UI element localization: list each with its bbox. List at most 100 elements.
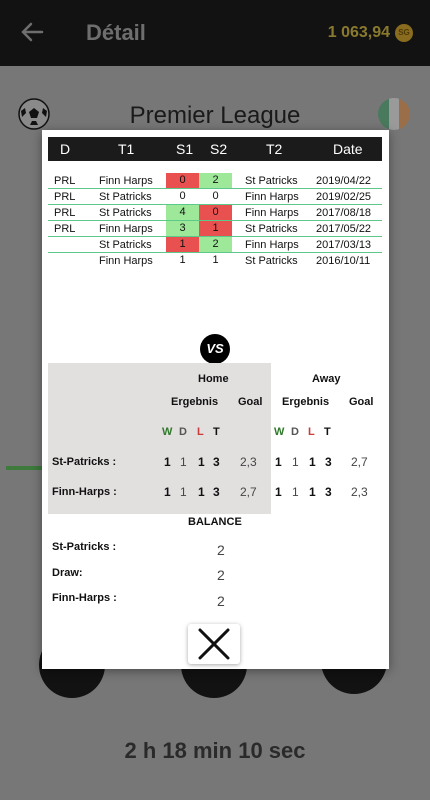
row-team2: St Patricks	[245, 223, 298, 235]
team1-away-goal: 2,7	[351, 455, 368, 469]
col-t1: T1	[118, 141, 135, 157]
team2-name: Finn-Harps :	[52, 486, 117, 498]
table-row[interactable]: PRL Finn Harps 3 1 St Patricks 2017/05/22	[48, 221, 382, 237]
coin-icon: SG	[395, 24, 413, 42]
row-team2: St Patricks	[245, 255, 298, 267]
row-team2: Finn Harps	[245, 191, 299, 203]
balance-value-1: 2	[217, 542, 225, 558]
vs-icon: VS	[200, 334, 230, 364]
team2-away-l: 1	[309, 485, 316, 499]
team1-home-d: 1	[180, 455, 187, 469]
row-division: PRL	[54, 223, 76, 235]
row-date: 2019/04/22	[316, 175, 372, 187]
row-score2: 1	[212, 254, 219, 266]
balance-title: BALANCE	[188, 516, 242, 528]
close-button[interactable]	[188, 624, 240, 664]
team2-away-d: 1	[292, 485, 299, 499]
row-division: PRL	[54, 175, 76, 187]
row-team1: St Patricks	[99, 191, 152, 203]
balance-label-1: St-Patricks :	[52, 541, 117, 553]
away-w-header: W	[274, 426, 285, 438]
balance-value-2: 2	[217, 567, 225, 583]
row-score1: 1	[179, 254, 186, 266]
away-label: Away	[312, 373, 341, 385]
row-score1: 0	[166, 173, 199, 188]
ireland-flag-icon	[378, 98, 410, 130]
col-s2: S2	[210, 141, 228, 157]
team1-home-l: 1	[198, 455, 205, 469]
row-team2: Finn Harps	[245, 207, 299, 219]
team2-home-w: 1	[164, 485, 171, 499]
row-score2: 0	[199, 205, 232, 220]
home-t-header: T	[213, 426, 220, 438]
row-team1: St Patricks	[99, 239, 152, 251]
team1-away-l: 1	[309, 455, 316, 469]
row-score2: 2	[199, 237, 232, 252]
team2-away-goal: 2,3	[351, 485, 368, 499]
table-row[interactable]: PRL St Patricks 4 0 Finn Harps 2017/08/18	[48, 205, 382, 221]
col-t2: T2	[266, 141, 283, 157]
row-team1: Finn Harps	[99, 175, 153, 187]
row-date: 2019/02/25	[316, 191, 372, 203]
balance-label-2: Draw:	[52, 567, 83, 579]
row-division: PRL	[54, 207, 76, 219]
top-bar: Détail 1 063,94 SG	[0, 0, 430, 66]
row-team1: Finn Harps	[99, 255, 153, 267]
row-score2: 0	[212, 190, 219, 202]
row-score2: 2	[199, 173, 232, 188]
table-row[interactable]: PRL Finn Harps 0 2 St Patricks 2019/04/22	[48, 173, 382, 189]
row-score1: 1	[166, 237, 199, 252]
away-goal-label: Goal	[349, 396, 374, 408]
coin-balance: 1 063,94	[327, 24, 390, 41]
col-date: Date	[333, 141, 363, 157]
row-score1: 4	[166, 205, 199, 220]
row-date: 2017/08/18	[316, 207, 372, 219]
team2-home-d: 1	[180, 485, 187, 499]
col-s1: S1	[176, 141, 194, 157]
league-name: Premier League	[129, 102, 301, 129]
away-d-header: D	[291, 426, 299, 438]
row-date: 2017/05/22	[316, 223, 372, 235]
row-team1: St Patricks	[99, 207, 152, 219]
row-team2: St Patricks	[245, 175, 298, 187]
team1-home-w: 1	[164, 455, 171, 469]
table-row[interactable]: Finn Harps 1 1 St Patricks 2016/10/11	[48, 253, 382, 269]
row-score2: 1	[199, 221, 232, 236]
team2-away-w: 1	[275, 485, 282, 499]
row-division: PRL	[54, 191, 76, 203]
home-d-header: D	[179, 426, 187, 438]
team2-away-t: 3	[325, 485, 332, 499]
team1-away-t: 3	[325, 455, 332, 469]
home-goal-label: Goal	[238, 396, 263, 408]
page-title: Détail	[86, 20, 146, 45]
balance-label-3: Finn-Harps :	[52, 592, 117, 604]
team1-home-goal: 2,3	[240, 455, 257, 469]
row-team1: Finn Harps	[99, 223, 153, 235]
home-l-header: L	[197, 426, 204, 438]
home-label: Home	[198, 373, 229, 385]
team1-away-w: 1	[275, 455, 282, 469]
team2-home-l: 1	[198, 485, 205, 499]
team1-away-d: 1	[292, 455, 299, 469]
table-row[interactable]: St Patricks 1 2 Finn Harps 2017/03/13	[48, 237, 382, 253]
home-w-header: W	[162, 426, 173, 438]
close-icon	[198, 628, 230, 660]
row-date: 2017/03/13	[316, 239, 372, 251]
balance-value-3: 2	[217, 593, 225, 609]
home-result-label: Ergebnis	[171, 396, 219, 408]
away-l-header: L	[308, 426, 315, 438]
row-date: 2016/10/11	[316, 255, 371, 267]
team1-name: St-Patricks :	[52, 456, 117, 468]
away-result-label: Ergebnis	[282, 396, 330, 408]
row-team2: Finn Harps	[245, 239, 299, 251]
progress-indicator	[6, 466, 42, 470]
countdown-timer: 2 h 18 min 10 sec	[124, 738, 306, 763]
table-header: D T1 S1 S2 T2 Date	[48, 137, 382, 161]
table-row[interactable]: PRL St Patricks 0 0 Finn Harps 2019/02/25	[48, 189, 382, 205]
detail-dialog: D T1 S1 S2 T2 Date PRL Finn Harps 0 2 St Pat…	[42, 130, 389, 669]
back-arrow-icon[interactable]	[18, 18, 46, 46]
row-score1: 3	[166, 221, 199, 236]
team2-home-goal: 2,7	[240, 485, 257, 499]
col-d: D	[60, 141, 71, 157]
row-score1: 0	[179, 190, 186, 202]
